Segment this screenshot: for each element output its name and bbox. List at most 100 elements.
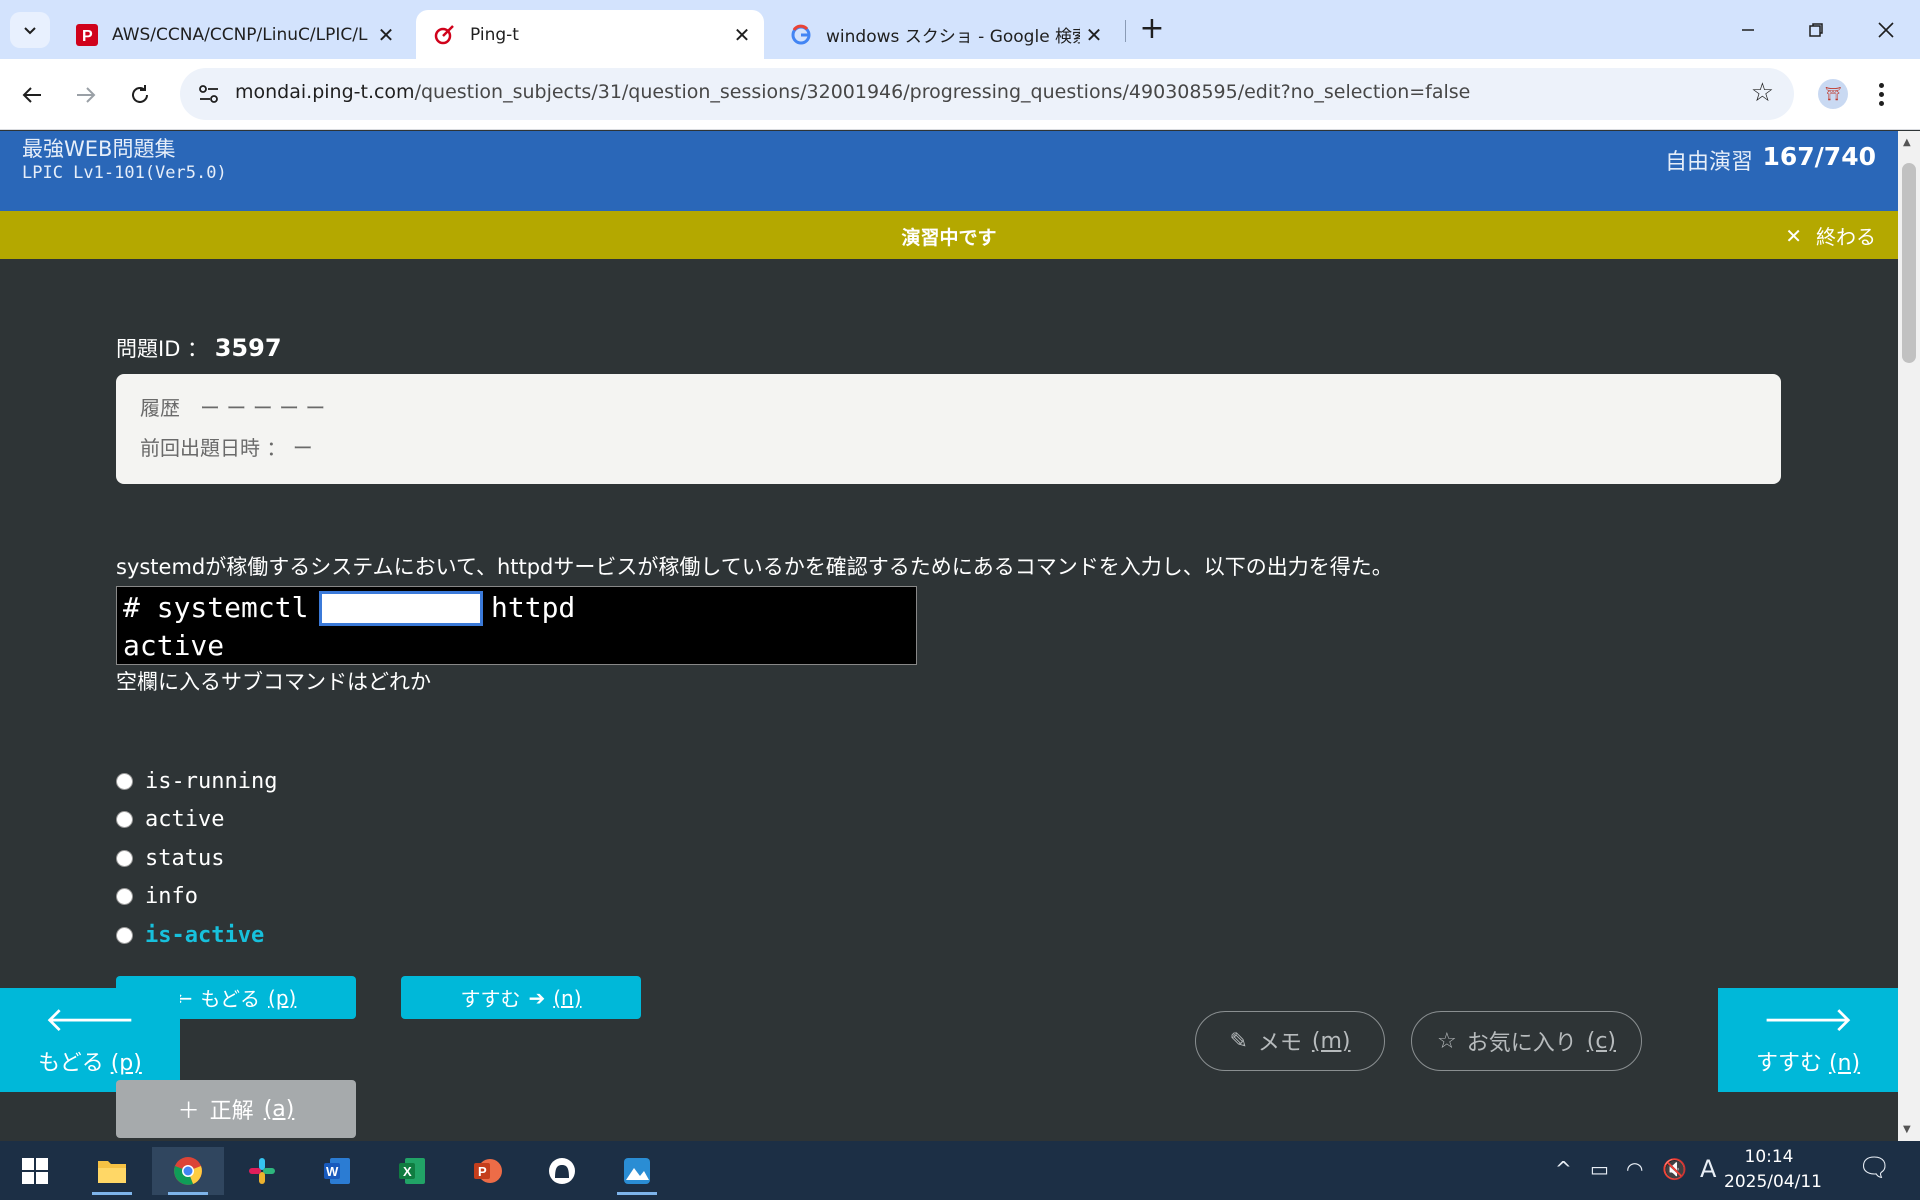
star-icon: ☆ <box>1436 1028 1457 1054</box>
url-text[interactable]: mondai.ping-t.com/question_subjects/31/q… <box>235 81 1470 103</box>
restore-icon[interactable] <box>1786 10 1846 50</box>
taskbar: W X P ^ ▭ ◠ 🔇 A 10:14 2025/04/11 🗨 <box>0 1141 1920 1200</box>
close-window-icon[interactable] <box>1856 10 1916 50</box>
url-host: mondai.ping-t.com <box>235 81 415 103</box>
github-desktop-icon[interactable] <box>532 1147 592 1195</box>
tab-ping-t[interactable]: Ping-t ✕ <box>416 10 764 59</box>
terminal-command-arg: httpd <box>491 591 576 624</box>
back-label: もどる <box>200 987 261 1011</box>
next-shortcut: (n) <box>1828 1051 1861 1076</box>
mode-label: 自由演習 <box>1664 150 1753 175</box>
favorite-button[interactable]: ☆ お気に入り (c) <box>1411 1011 1642 1071</box>
browser-toolbar: mondai.ping-t.com/question_subjects/31/q… <box>0 59 1920 130</box>
memo-label: メモ <box>1257 1031 1302 1056</box>
battery-icon[interactable]: ▭ <box>1590 1157 1609 1181</box>
photos-icon[interactable] <box>607 1147 667 1195</box>
taskbar-clock[interactable]: 10:14 2025/04/11 <box>1724 1145 1822 1195</box>
choice-item[interactable]: info <box>116 881 198 911</box>
terminal-command: # systemctl <box>123 591 309 624</box>
memo-shortcut: (m) <box>1311 1028 1351 1054</box>
site-info-icon[interactable] <box>194 80 224 108</box>
choice-item-correct[interactable]: is-active <box>116 920 264 950</box>
word-icon[interactable]: W <box>307 1147 367 1195</box>
radio-button[interactable] <box>116 926 133 944</box>
answer-shortcut: (a) <box>263 1096 295 1122</box>
bookmark-star-icon[interactable]: ☆ <box>1751 78 1774 108</box>
radio-button[interactable] <box>116 887 133 905</box>
question-progress: 167/740 <box>1762 142 1876 171</box>
file-explorer-icon[interactable] <box>82 1147 142 1195</box>
radio-button[interactable] <box>116 810 133 828</box>
ime-indicator[interactable]: A <box>1700 1155 1716 1183</box>
close-tab-icon[interactable]: ✕ <box>372 21 400 49</box>
tab-search-button[interactable] <box>10 12 50 48</box>
radio-button[interactable] <box>116 849 133 867</box>
chevron-up-icon[interactable]: ^ <box>1555 1157 1572 1181</box>
next-label: すすむ <box>460 987 521 1011</box>
tab-google[interactable]: windows スクショ - Google 検索 ✕ <box>772 10 1116 59</box>
choice-label[interactable]: status <box>145 846 224 871</box>
powerpoint-icon[interactable]: P <box>457 1147 517 1195</box>
choice-item[interactable]: active <box>116 804 224 834</box>
running-indicator <box>92 1192 132 1195</box>
minimize-icon[interactable] <box>1718 10 1778 50</box>
pencil-icon: ✎ <box>1229 1028 1248 1054</box>
terminal-output: # systemctl httpd active <box>116 586 917 665</box>
scroll-up-icon[interactable]: ▲ <box>1903 137 1911 148</box>
choice-label[interactable]: active <box>145 807 224 832</box>
more-menu-icon[interactable] <box>1866 77 1896 111</box>
reload-icon[interactable] <box>120 75 160 115</box>
address-bar[interactable]: mondai.ping-t.com/question_subjects/31/q… <box>180 68 1794 120</box>
question-id-label: 問題ID ： <box>116 337 209 361</box>
back-button-large[interactable]: 🡐 もどる (p) <box>0 988 180 1092</box>
forward-arrow-icon: ➔ <box>528 985 546 1010</box>
ping-t-red-icon: P <box>76 23 98 46</box>
wifi-icon[interactable]: ◠ <box>1626 1157 1643 1181</box>
ping-t-logo-icon <box>434 24 456 46</box>
back-arrow-icon[interactable] <box>12 75 52 115</box>
choice-label[interactable]: is-active <box>145 923 264 948</box>
next-button-large[interactable]: 🡒 すすむ (n) <box>1718 988 1898 1092</box>
forward-arrow-icon[interactable] <box>66 75 106 115</box>
scroll-down-icon[interactable]: ▼ <box>1903 1124 1911 1135</box>
svg-text:W: W <box>326 1164 339 1179</box>
next-button-small[interactable]: すすむ ➔ (n) <box>401 976 641 1019</box>
show-answer-button[interactable]: ＋ 正解 (a) <box>116 1080 356 1138</box>
back-arrow-icon: 🡐 <box>44 1000 136 1040</box>
terminal-blank <box>319 591 483 626</box>
brand-title[interactable]: 最強WEB問題集 <box>22 133 175 163</box>
tab-title: AWS/CCNA/CCNP/LinuC/LPIC/L <box>112 24 368 45</box>
excel-icon[interactable]: X <box>382 1147 442 1195</box>
close-tab-icon[interactable]: ✕ <box>1080 21 1108 49</box>
url-path: /question_subjects/31/question_sessions/… <box>414 81 1471 103</box>
question-subtext: 空欄に入るサブコマンドはどれか <box>116 670 431 694</box>
next-shortcut: (n) <box>553 985 582 1010</box>
choice-label[interactable]: info <box>145 884 198 909</box>
course-name: LPIC Lv1-101(Ver5.0) <box>22 163 227 183</box>
profile-avatar-icon[interactable]: ⛩ <box>1818 79 1848 109</box>
chrome-icon[interactable] <box>152 1147 224 1195</box>
tab-title: windows スクショ - Google 検索 <box>826 27 1080 47</box>
google-icon <box>790 24 812 46</box>
question-id-value: 3597 <box>214 334 282 362</box>
choice-label[interactable]: is-running <box>145 769 277 794</box>
new-tab-icon[interactable]: + <box>1136 14 1168 46</box>
back-shortcut: (p) <box>268 985 297 1010</box>
quit-button[interactable]: ✕ 終わる <box>1785 221 1876 250</box>
scrollbar-thumb[interactable] <box>1902 163 1916 363</box>
tab-aws[interactable]: P AWS/CCNA/CCNP/LinuC/LPIC/L ✕ <box>58 10 408 59</box>
plus-icon: ＋ <box>177 1099 200 1124</box>
history-box: 履歴 ー ー ー ー ー 前回出題日時 ： ー <box>116 374 1781 484</box>
page-scrollbar[interactable]: ▲ ▼ <box>1898 131 1920 1141</box>
page-viewport: 最強WEB問題集 LPIC Lv1-101(Ver5.0) 自由演習 167/7… <box>0 131 1898 1141</box>
radio-button[interactable] <box>116 772 133 790</box>
notification-icon[interactable]: 🗨 <box>1858 1153 1891 1183</box>
memo-button[interactable]: ✎ メモ (m) <box>1195 1011 1385 1071</box>
close-tab-icon[interactable]: ✕ <box>728 21 756 49</box>
choice-item[interactable]: status <box>116 843 224 873</box>
slack-icon[interactable] <box>232 1147 292 1195</box>
speaker-muted-icon[interactable]: 🔇 <box>1662 1157 1687 1181</box>
choice-item[interactable]: is-running <box>116 766 277 796</box>
site-header: 最強WEB問題集 LPIC Lv1-101(Ver5.0) 自由演習 167/7… <box>0 131 1898 211</box>
windows-start-icon[interactable] <box>5 1147 65 1195</box>
